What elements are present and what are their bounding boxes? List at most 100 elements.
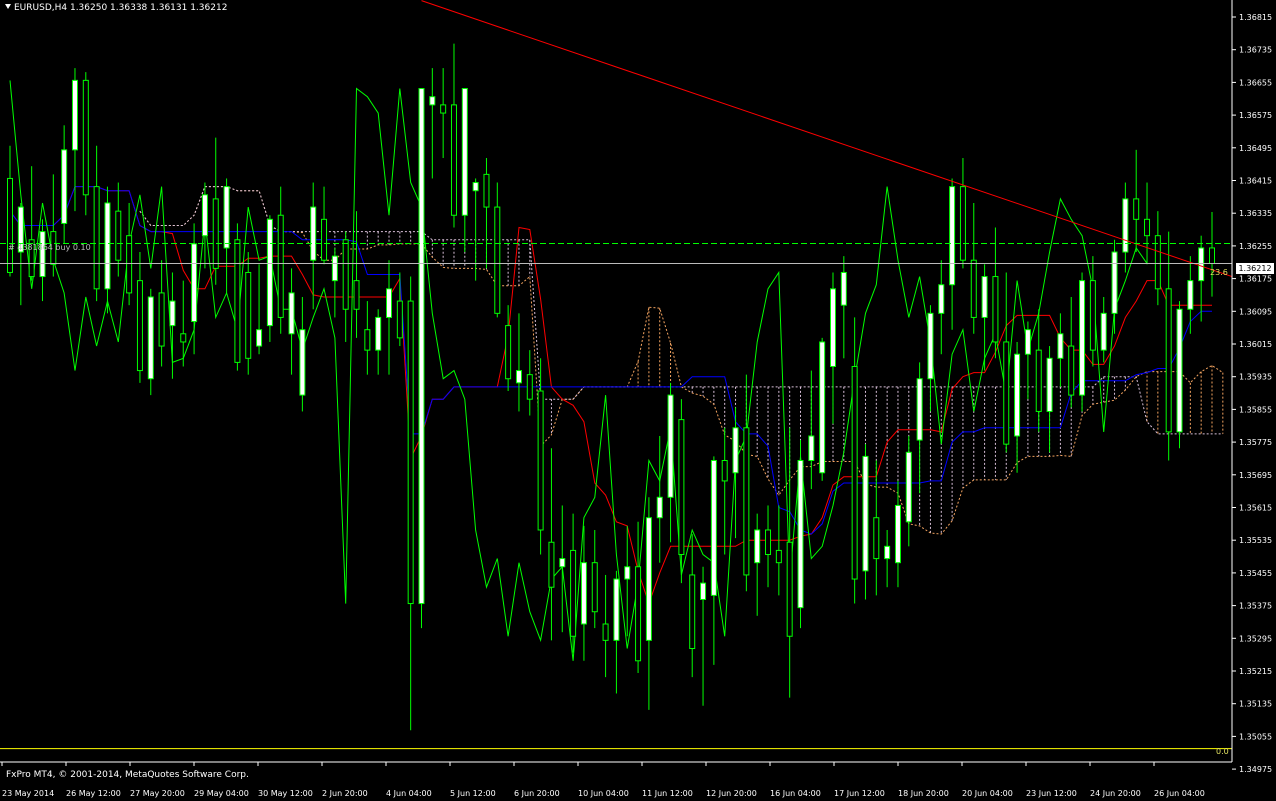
candle-body (700, 582, 707, 600)
candle (819, 337, 826, 481)
candle (126, 202, 133, 306)
candle (797, 440, 804, 629)
candle (82, 72, 89, 216)
candle (321, 186, 328, 265)
candle-body (429, 96, 436, 106)
time-tick-label: 6 Jun 20:00 (514, 789, 560, 798)
candle-body (905, 451, 912, 523)
candle (884, 529, 891, 588)
candle-body (1057, 333, 1064, 359)
candle-body (364, 329, 371, 351)
candle (1111, 239, 1118, 334)
candle-body (201, 194, 208, 237)
candle (169, 272, 176, 379)
candle-body (472, 182, 479, 192)
candle-body (212, 198, 219, 269)
candle (1057, 313, 1064, 387)
candle (494, 182, 501, 318)
candle-body (418, 88, 425, 605)
candle (1133, 149, 1140, 253)
candle (201, 182, 208, 269)
candle (7, 145, 13, 277)
price-tick-label: 1.35935 (1239, 373, 1272, 382)
candle-body (916, 378, 923, 441)
candle (158, 260, 165, 367)
candle-body (126, 235, 133, 294)
price-tick-label: 1.36015 (1239, 340, 1272, 349)
candle-body (1176, 308, 1183, 433)
candle (1068, 296, 1075, 408)
candle-body (1089, 280, 1096, 351)
candle (1079, 272, 1086, 412)
candle-body (266, 218, 273, 327)
candle (949, 178, 956, 330)
candle (115, 182, 122, 277)
price-chart[interactable]: 1.36815 1.36735 1.36655 1.36575 1.36495 1.364… (0, 0, 1276, 801)
candle (331, 247, 338, 318)
candle (667, 382, 674, 543)
candle-body (191, 243, 198, 323)
candle (245, 252, 252, 375)
candle-body (277, 214, 284, 318)
order-label[interactable]: # 4381864 buy 0.10 (8, 243, 91, 252)
candle (624, 525, 631, 637)
candle-body (970, 259, 977, 318)
chevron-down-icon[interactable] (5, 4, 11, 9)
price-tick-label: 1.36575 (1239, 111, 1272, 120)
candle (591, 529, 598, 629)
time-tick-label: 5 Jun 12:00 (450, 789, 496, 798)
candle (537, 358, 544, 555)
candle (234, 223, 241, 371)
candle (223, 178, 230, 293)
candle-body (82, 79, 89, 196)
candle-body (894, 504, 901, 564)
candle-body (862, 455, 869, 572)
candle (1024, 321, 1031, 400)
candle (212, 137, 219, 285)
candle (873, 460, 880, 596)
candle (1187, 256, 1194, 334)
candle-body (678, 419, 685, 556)
price-tick-label: 1.35215 (1239, 667, 1272, 676)
candle-body (1144, 218, 1151, 237)
price-tick-label: 1.35695 (1239, 471, 1272, 480)
fibo-zero-label: 0.0 (1216, 747, 1229, 756)
candle-body (667, 394, 674, 498)
candle (396, 272, 403, 347)
candle (1100, 296, 1107, 363)
candle (743, 374, 750, 592)
time-tick-label: 12 Jun 20:00 (706, 789, 757, 798)
candle-body (591, 562, 598, 613)
candle (656, 435, 663, 563)
candle-body (786, 541, 793, 637)
candle-body (1046, 357, 1053, 412)
candle (1089, 256, 1096, 367)
candle-body (169, 300, 176, 327)
candle-body (223, 186, 230, 249)
chart-window[interactable]: 1.36815 1.36735 1.36655 1.36575 1.36495 1.364… (0, 0, 1276, 801)
candle-body (710, 459, 717, 596)
candle (570, 513, 577, 653)
candle (353, 211, 360, 338)
price-tick-label: 1.34975 (1239, 765, 1272, 774)
candle-body (1014, 353, 1021, 437)
candle-body (147, 296, 154, 380)
time-tick-label: 23 Jun 12:00 (1026, 789, 1077, 798)
candle-body (505, 325, 512, 380)
price-tick-label: 1.36415 (1239, 177, 1272, 186)
candle (256, 264, 263, 355)
candle-body (602, 623, 609, 641)
candle (645, 497, 652, 710)
candle (288, 268, 295, 375)
candle-body (1100, 312, 1107, 351)
chikou-line (9, 80, 1148, 661)
candle-body (136, 280, 143, 372)
price-tick-label: 1.35455 (1239, 569, 1272, 578)
symbol-line: EURUSD,H4 1.36250 1.36338 1.36131 1.3621… (14, 3, 228, 13)
candle-body (548, 541, 555, 588)
candle (1035, 309, 1042, 432)
candle (342, 231, 349, 342)
symbol-header[interactable]: EURUSD,H4 1.36250 1.36338 1.36131 1.3621… (5, 3, 227, 13)
candle-body (158, 292, 165, 347)
candle (710, 456, 717, 665)
